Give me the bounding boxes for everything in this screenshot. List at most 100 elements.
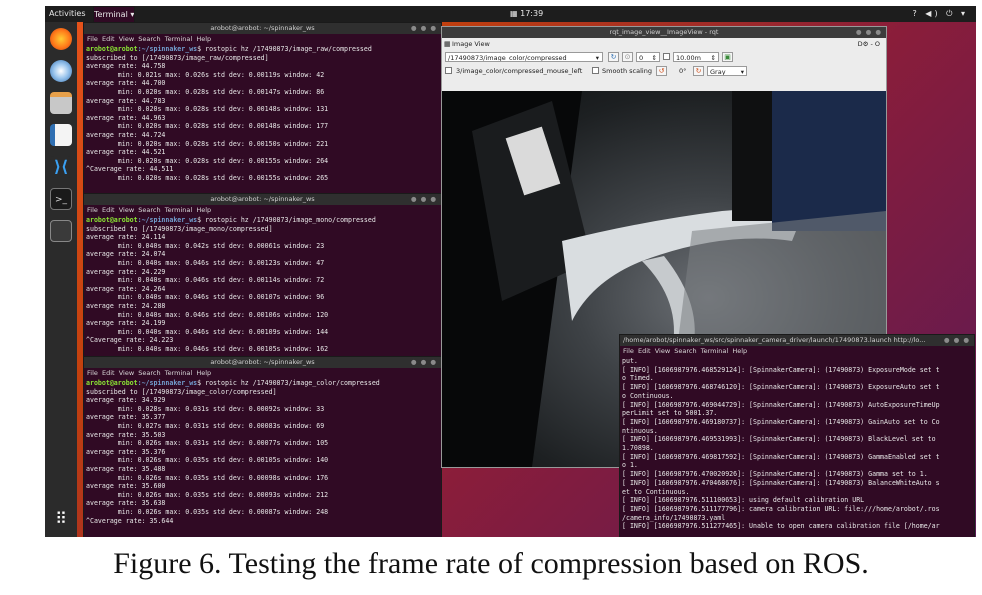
spin-box[interactable]: 0 ⇕ (636, 52, 660, 62)
terminal-line: average rate: 44.521 (86, 148, 166, 157)
launch-titlebar: /home/arobot/spinnaker_ws/src/spinnaker_… (620, 335, 974, 346)
show-apps-icon[interactable]: ⠿ (50, 508, 72, 530)
terminal-line: [ INFO] [1606987976.469044729]: [Spinnak… (622, 400, 940, 409)
terminal-line: min: 0.026s max: 0.035s std dev: 0.00093… (86, 490, 329, 499)
launch-terminal-window[interactable]: /home/arobot/spinnaker_ws/src/spinnaker_… (619, 334, 975, 537)
terminal-line: average rate: 35.488 (86, 464, 166, 473)
save-image-icon[interactable]: ▣ (722, 52, 733, 62)
terminal-line: min: 0.021s max: 0.026s std dev: 0.00119… (86, 70, 325, 79)
spin-value: 0 (639, 54, 644, 62)
terminal-line: min: 0.020s max: 0.028s std dev: 0.00147… (86, 87, 325, 96)
terminal-line: [ INFO] [1606987976.511277465]: Unable t… (622, 522, 940, 531)
dynamic-range-checkbox[interactable] (663, 53, 670, 60)
window-controls[interactable]: ● ● ● (856, 27, 882, 38)
terminal-line: subscribed to [/17490873/image_color/com… (86, 387, 277, 396)
zoom-fit-icon[interactable]: ⊙ (622, 52, 633, 62)
plugin-header: ▦ Image View D⚙ - O (442, 38, 886, 50)
clock-label: 17:39 (520, 9, 544, 18)
terminal-line: ntinuous. (622, 426, 658, 435)
spin-arrows-icon: ⇕ (651, 54, 657, 62)
vscode-icon[interactable]: ⟩⟨ (50, 156, 72, 178)
clock[interactable]: ▦ 17:39 (510, 6, 543, 22)
chevron-down-icon: ▾ (740, 68, 744, 76)
terminal-window-mono[interactable]: arobot@arobot: ~/spinnaker_ws ● ● ● File … (83, 193, 442, 365)
terminal-line: average rate: 34.929 (86, 396, 166, 405)
terminal-line: average rate: 24.264 (86, 284, 166, 293)
terminal-line: min: 0.040s max: 0.046s std dev: 0.00114… (86, 276, 325, 285)
document-icon[interactable] (50, 124, 72, 146)
terminal-line: [ INFO] [1606987976.469817592]: [Spinnak… (622, 452, 940, 461)
terminal-line: min: 0.020s max: 0.028s std dev: 0.00155… (86, 173, 329, 182)
terminal-line: min: 0.040s max: 0.042s std dev: 0.00061… (86, 241, 325, 250)
terminal-line: ^Caverage rate: 24.223 (86, 336, 174, 345)
files-icon[interactable] (50, 92, 72, 114)
desktop-screen: Activities Terminal ▾ ▦ 17:39 ? ◀) ⏻ ▾ ⟩… (45, 6, 976, 537)
terminal-line: ^Caverage rate: 44.511 (86, 165, 174, 174)
terminal-line: average rate: 44.700 (86, 79, 166, 88)
command-text: $ rostopic hz /17490873/image_color/comp… (197, 379, 380, 387)
terminal-line: min: 0.040s max: 0.046s std dev: 0.00105… (86, 344, 329, 353)
prompt-user: arobot@arobot (86, 216, 138, 224)
terminal-line: [ INFO] [1606987976.468529124]: [Spinnak… (622, 365, 940, 374)
terminal-line: min: 0.026s max: 0.035s std dev: 0.00105… (86, 456, 329, 465)
color-scheme-value: Gray (710, 68, 726, 76)
terminal-line: min: 0.040s max: 0.046s std dev: 0.00107… (86, 293, 325, 302)
smooth-scaling-checkbox[interactable] (592, 67, 599, 74)
terminal-titlebar: arobot@arobot: ~/spinnaker_ws ● ● ● (84, 23, 441, 34)
topic-select[interactable]: /17490873/image_color/compressed ▾ (445, 52, 603, 62)
rotate-left-icon[interactable]: ↺ (656, 66, 667, 76)
window-title: arobot@arobot: ~/spinnaker_ws (210, 195, 315, 203)
refresh-icon[interactable]: ↻ (608, 52, 619, 62)
command-text: $ rostopic hz /17490873/image_mono/compr… (197, 216, 376, 224)
mouse-topic-label[interactable]: 3/image_color/compressed_mouse_left (454, 66, 588, 76)
terminal-window-color[interactable]: arobot@arobot: ~/spinnaker_ws ● ● ● File … (83, 356, 442, 537)
terminal-menubar[interactable]: File Edit View Search Terminal Help (84, 368, 441, 379)
color-scheme-select[interactable]: Gray ▾ (707, 66, 747, 76)
window-icon[interactable] (50, 220, 72, 242)
terminal-line: average rate: 24.288 (86, 301, 166, 310)
terminal-line: et to Continuous. (622, 487, 690, 496)
figure-caption: Figure 6. Testing the frame rate of comp… (113, 547, 869, 580)
window-controls[interactable]: ● ● ● (411, 357, 437, 368)
terminal-line: average rate: 44.724 (86, 130, 166, 139)
terminal-line: average rate: 24.229 (86, 267, 166, 276)
window-title: rqt_image_view__ImageView - rqt (609, 28, 719, 36)
terminal-line: o 1. (622, 461, 638, 470)
terminal-line: o Timed. (622, 374, 654, 383)
terminal-line: subscribed to [/17490873/image_raw/compr… (86, 53, 269, 62)
terminal-menubar[interactable]: File Edit View Search Terminal Help (84, 205, 441, 216)
launch-menubar[interactable]: File Edit View Search Terminal Help (620, 346, 974, 357)
terminal-line: min: 0.020s max: 0.028s std dev: 0.00155… (86, 156, 329, 165)
thunderbird-icon[interactable] (50, 60, 72, 82)
terminal-line: average rate: 24.114 (86, 233, 166, 242)
system-tray[interactable]: ? ◀) ⏻ ▾ (913, 6, 969, 22)
top-bar: Activities Terminal ▾ ▦ 17:39 ? ◀) ⏻ ▾ (45, 6, 976, 24)
window-controls[interactable]: ● ● ● (411, 23, 437, 34)
activities-button[interactable]: Activities (49, 6, 86, 22)
terminal-line: min: 0.040s max: 0.046s std dev: 0.00123… (86, 258, 325, 267)
terminal-window-raw[interactable]: arobot@arobot: ~/spinnaker_ws ● ● ● File … (83, 22, 442, 195)
firefox-icon[interactable] (50, 28, 72, 50)
terminal-output: arobot@arobot:~/spinnaker_ws$ rostopic h… (84, 379, 441, 525)
image-toolbar-row-1: /17490873/image_color/compressed ▾ ↻ ⊙ 0 ⇕… (442, 50, 886, 64)
window-title: /home/arobot/spinnaker_ws/src/spinnaker_… (623, 336, 926, 344)
max-depth-spinbox[interactable]: 10.00m ⇕ (673, 52, 719, 62)
terminal-line: min: 0.020s max: 0.028s std dev: 0.00150… (86, 139, 329, 148)
terminal-icon[interactable]: >_ (50, 188, 72, 210)
black-cable (732, 91, 772, 221)
plugin-label: Image View (452, 40, 490, 48)
terminal-line: min: 0.040s max: 0.046s std dev: 0.00109… (86, 327, 329, 336)
plugin-controls[interactable]: D⚙ - O (858, 38, 880, 50)
mouse-publish-checkbox[interactable] (445, 67, 452, 74)
terminal-line: min: 0.027s max: 0.031s std dev: 0.00083… (86, 421, 325, 430)
terminal-line: [ INFO] [1606987976.468746120]: [Spinnak… (622, 383, 940, 392)
terminal-line: subscribed to [/17490873/image_mono/comp… (86, 224, 273, 233)
terminal-line: average rate: 35.377 (86, 413, 166, 422)
rotate-right-icon[interactable]: ↻ (693, 66, 704, 76)
terminal-line: [ INFO] [1606987976.469531993]: [Spinnak… (622, 435, 936, 444)
terminal-menubar[interactable]: File Edit View Search Terminal Help (84, 34, 441, 45)
window-controls[interactable]: ● ● ● (944, 335, 970, 346)
terminal-line: average rate: 44.783 (86, 96, 166, 105)
terminal-line: [ INFO] [1606987976.511177796]: camera c… (622, 504, 940, 513)
window-controls[interactable]: ● ● ● (411, 194, 437, 205)
